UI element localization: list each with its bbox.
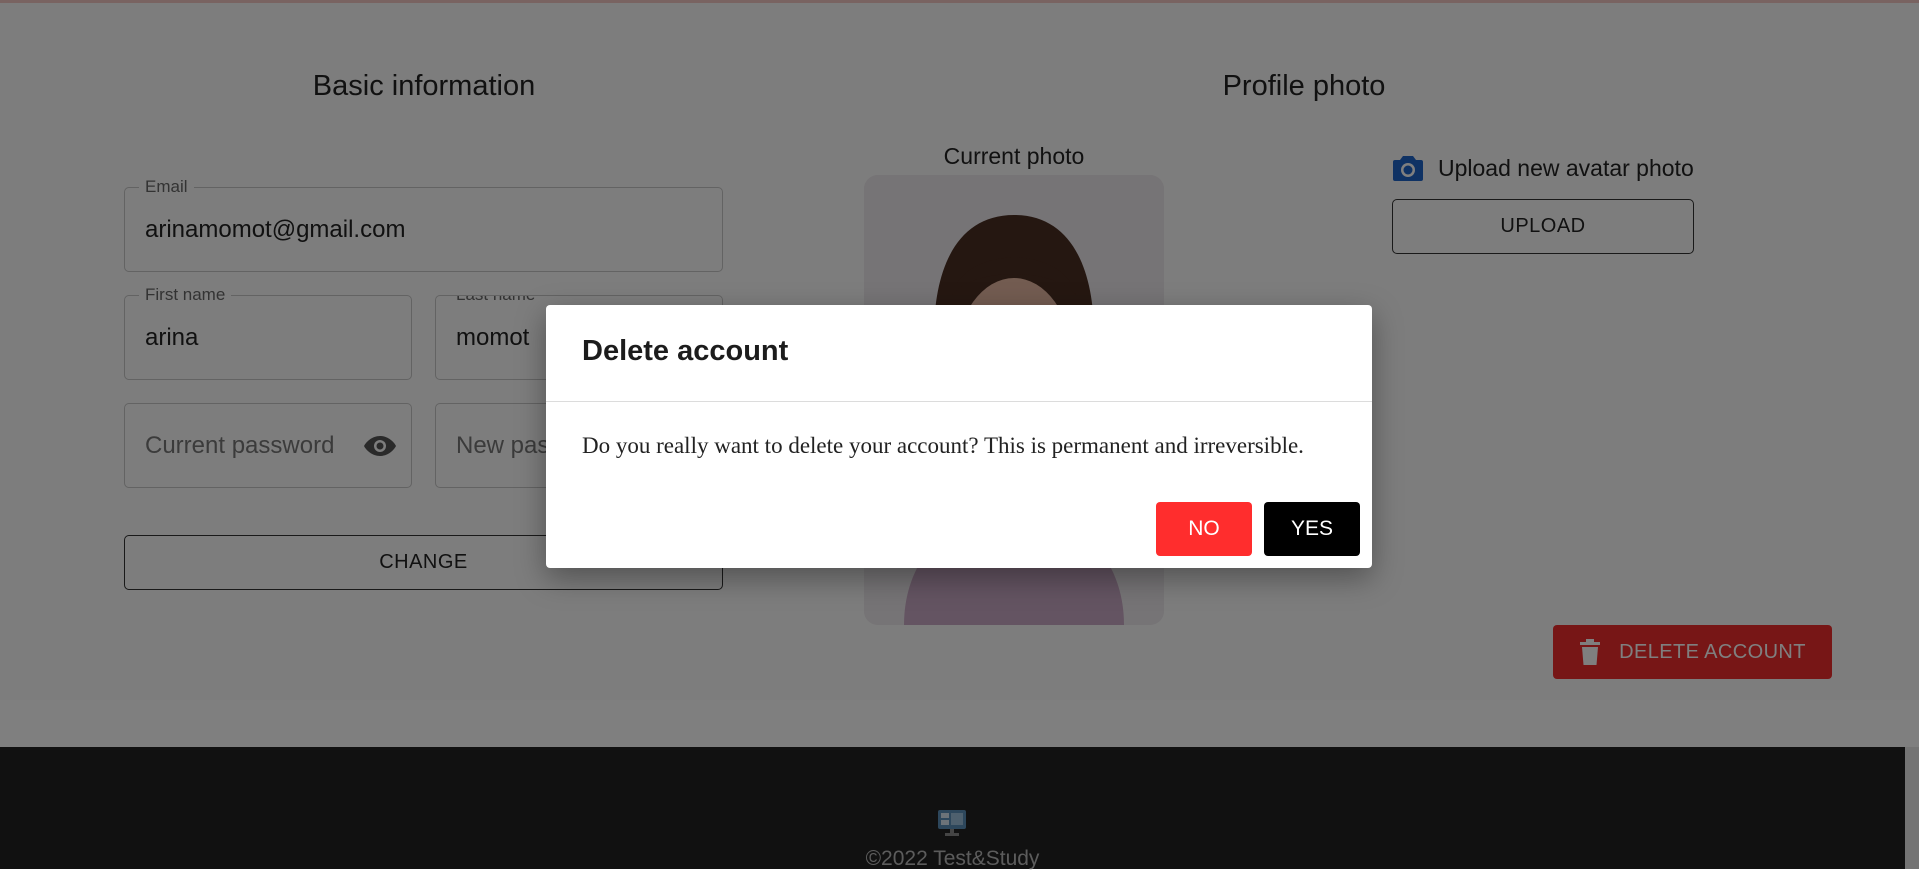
dialog-title: Delete account: [582, 335, 789, 367]
dialog-divider: [546, 401, 1372, 402]
yes-button[interactable]: YES: [1264, 502, 1360, 556]
no-button[interactable]: NO: [1156, 502, 1252, 556]
delete-account-dialog: Delete account Do you really want to del…: [546, 305, 1372, 568]
dialog-message: Do you really want to delete your accoun…: [582, 433, 1304, 458]
